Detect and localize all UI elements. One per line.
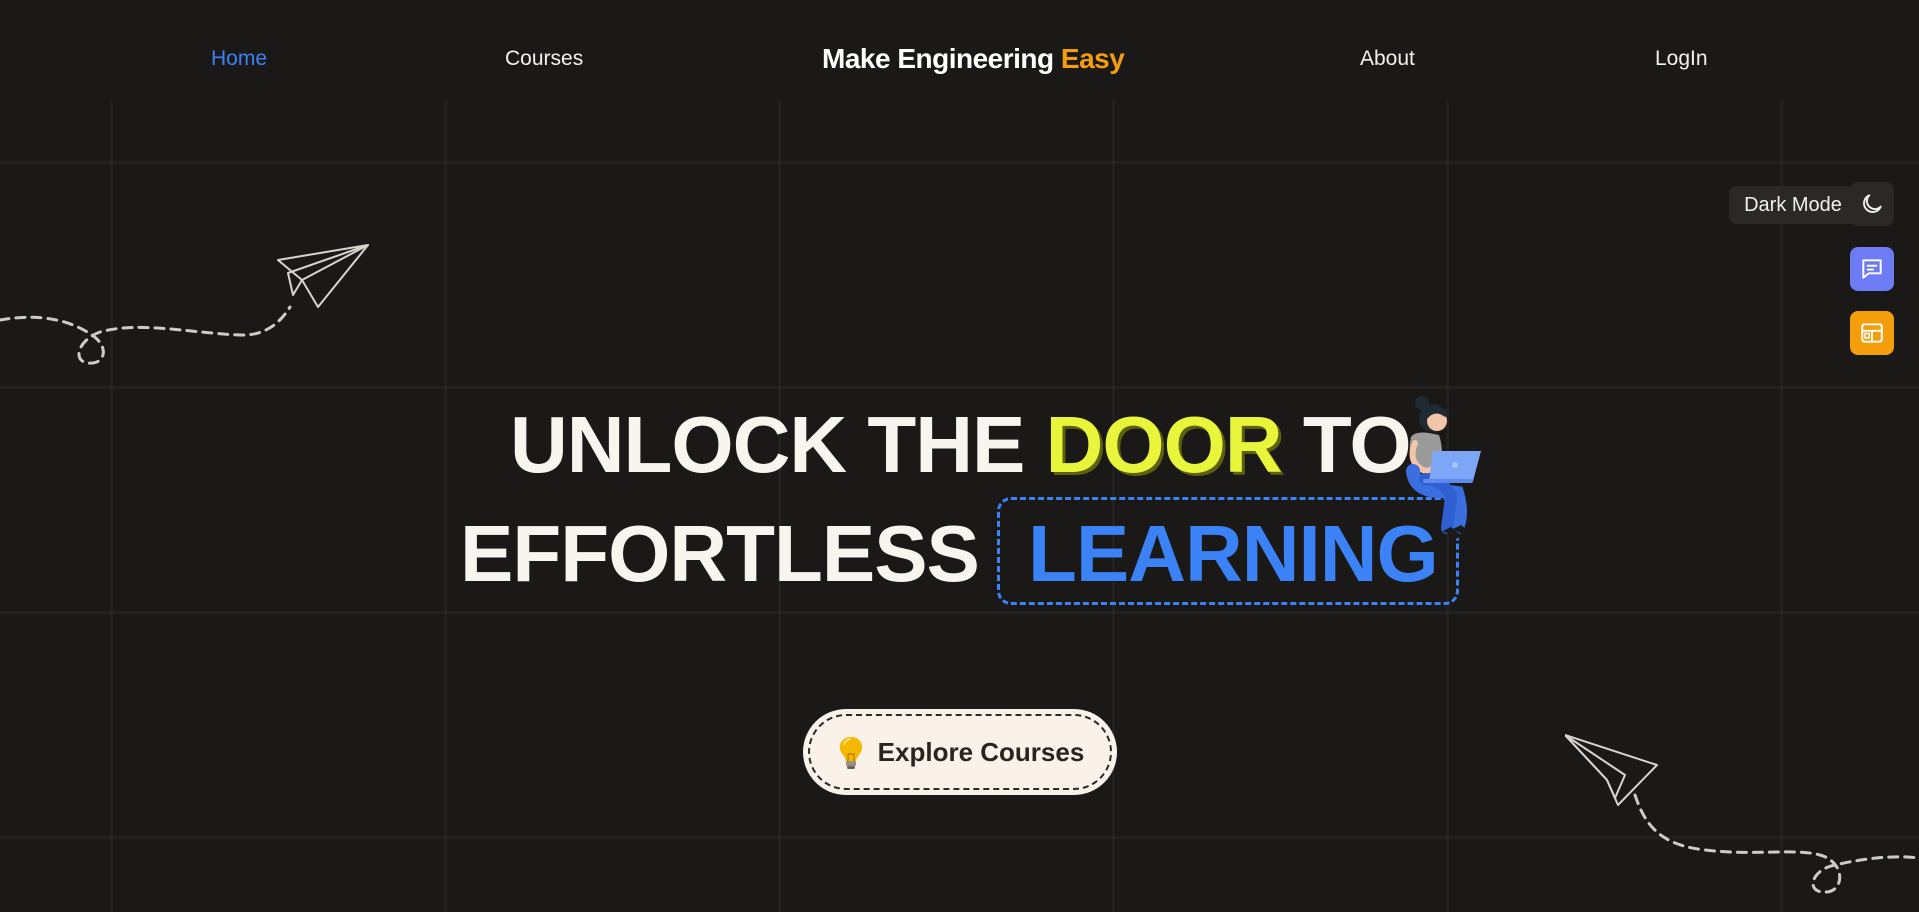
chat-button[interactable]	[1850, 247, 1894, 291]
nav-about-link[interactable]: About	[1360, 47, 1415, 71]
student-with-laptop-illustration	[1406, 396, 1481, 539]
layout-button[interactable]	[1850, 311, 1894, 355]
nav-login-link[interactable]: LogIn	[1655, 47, 1708, 71]
hero-text-effortless: EFFORTLESS	[460, 509, 980, 598]
hero-text-unlock: UNLOCK THE	[510, 400, 1025, 489]
landing-page: Home Courses Make Engineering Easy About…	[0, 0, 1919, 912]
lightbulb-icon	[839, 737, 862, 769]
hero-highlight-door: DOOR	[1045, 400, 1283, 489]
nav-home-link[interactable]: Home	[211, 47, 267, 71]
dark-mode-label: Dark Mode	[1729, 186, 1857, 224]
hero-heading-line-2: EFFORTLESS	[460, 514, 980, 594]
paper-plane-bottom-right-icon	[1565, 734, 1919, 894]
moon-icon	[1863, 194, 1882, 213]
layout-icon	[1861, 323, 1883, 343]
nav-courses-link[interactable]: Courses	[505, 47, 583, 71]
brand-logo[interactable]: Make Engineering Easy	[822, 43, 1125, 75]
paper-plane-top-left-icon	[0, 244, 369, 365]
explore-courses-label: Explore Courses	[877, 736, 1085, 767]
hero-heading-line-1: UNLOCK THE DOOR TO	[510, 405, 1412, 485]
chat-icon	[1862, 259, 1882, 279]
hero-highlight-learning: LEARNING	[1028, 509, 1439, 598]
brand-accent-text: Easy	[1060, 43, 1125, 74]
explore-courses-button[interactable]: Explore Courses	[803, 709, 1117, 795]
explore-courses-button-inner: Explore Courses	[808, 714, 1112, 790]
dark-mode-toggle-button[interactable]	[1850, 182, 1894, 226]
brand-main-text: Make Engineering	[822, 43, 1054, 74]
